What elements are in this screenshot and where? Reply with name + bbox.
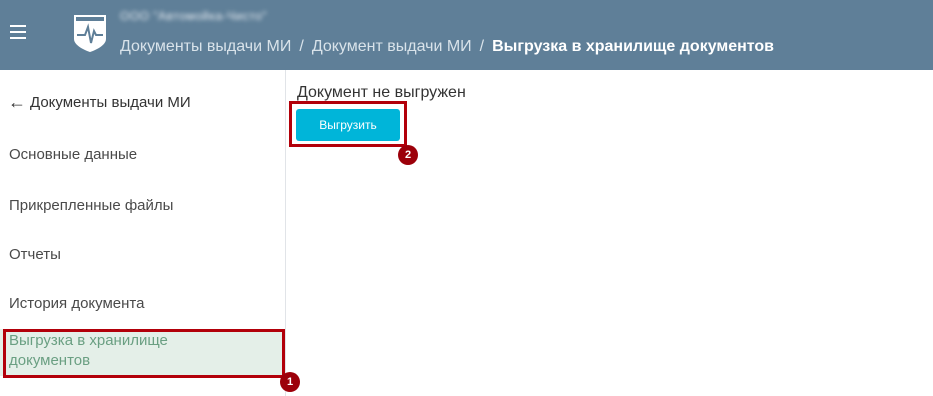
breadcrumb-current: Выгрузка в хранилище документов bbox=[492, 38, 775, 55]
export-status-text: Документ не выгружен bbox=[297, 84, 466, 101]
sidebar-item-main-data[interactable]: Основные данные bbox=[0, 146, 285, 166]
arrow-left-icon: ← bbox=[8, 92, 26, 112]
breadcrumb-item-documents[interactable]: Документы выдачи МИ bbox=[120, 38, 291, 55]
annotation-badge-2: 2 bbox=[398, 145, 418, 165]
breadcrumb-item-document[interactable]: Документ выдачи МИ bbox=[312, 38, 472, 55]
logo-icon bbox=[74, 15, 106, 52]
back-link[interactable]: ← Документы выдачи МИ bbox=[8, 92, 191, 113]
breadcrumb-separator: / bbox=[479, 38, 485, 55]
back-link-label: Документы выдачи МИ bbox=[30, 94, 191, 111]
app-header: ООО "Автомойка-Чисто" Документы выдачи М… bbox=[0, 0, 933, 70]
sidebar-item-label: История документа bbox=[9, 295, 145, 312]
breadcrumb: Документы выдачи МИ / Документ выдачи МИ / В… bbox=[120, 38, 774, 56]
sidebar-item-label: Прикрепленные файлы bbox=[9, 197, 174, 214]
sidebar-item-history[interactable]: История документа bbox=[0, 295, 285, 315]
hamburger-menu-icon[interactable] bbox=[10, 25, 26, 41]
sidebar-item-label: Отчеты bbox=[9, 246, 61, 263]
sidebar-item-label: Основные данные bbox=[9, 146, 138, 163]
annotation-highlight-1 bbox=[3, 329, 285, 378]
organization-name: ООО "Автомойка-Чисто" bbox=[120, 9, 268, 23]
annotation-highlight-2 bbox=[289, 101, 407, 147]
sidebar-item-attached-files[interactable]: Прикрепленные файлы bbox=[0, 197, 285, 217]
sidebar-item-reports[interactable]: Отчеты bbox=[0, 246, 285, 266]
breadcrumb-separator: / bbox=[299, 38, 304, 55]
